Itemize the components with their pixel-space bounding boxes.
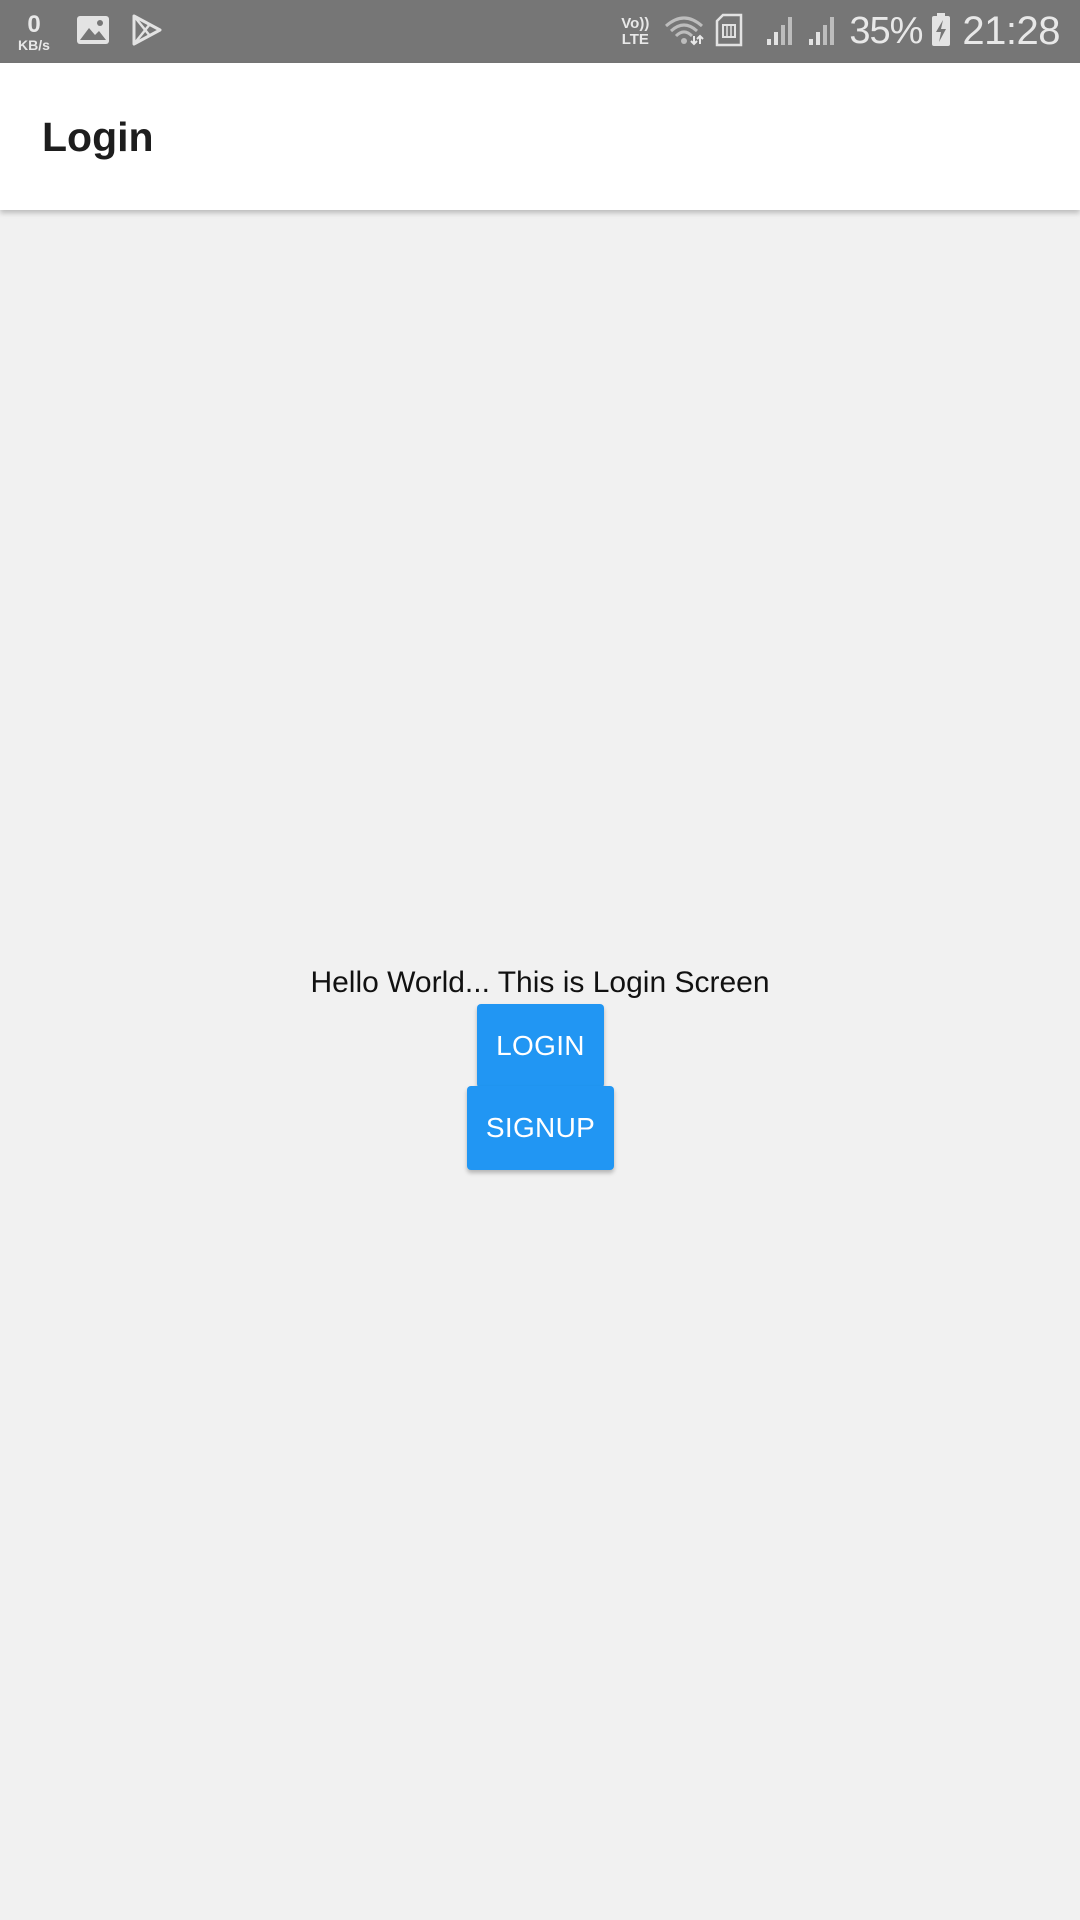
- battery-charging-icon: [930, 12, 952, 52]
- signal-1-icon: [765, 13, 797, 51]
- wifi-icon: [663, 14, 705, 50]
- network-speed-unit: KB/s: [18, 36, 50, 53]
- network-speed-value: 0: [27, 10, 41, 38]
- welcome-message: Hello World... This is Login Screen: [310, 966, 770, 999]
- status-bar-right: Vo)) LTE 35% 21:28: [621, 0, 1060, 63]
- volte-line-2: LTE: [621, 30, 649, 48]
- screen: 0 KB/s Vo)) LTE 35% 21:28 Login Hello Wo…: [0, 0, 1080, 1920]
- signup-button[interactable]: SIGNUP: [467, 1086, 614, 1170]
- network-speed: 0 KB/s: [14, 10, 54, 53]
- battery-percent: 35%: [849, 10, 923, 52]
- page-title: Login: [42, 114, 154, 160]
- volte-indicator: Vo)) LTE: [621, 14, 650, 48]
- volte-line-1: Vo)): [621, 14, 650, 32]
- status-bar-left: 0 KB/s: [14, 8, 184, 56]
- signal-2-icon: [807, 13, 839, 51]
- sim-icon: [715, 13, 743, 51]
- status-bar: 0 KB/s Vo)) LTE 35% 21:28: [0, 0, 1080, 63]
- app-bar: Login: [0, 63, 1080, 210]
- play-store-icon: [132, 14, 162, 50]
- clock: 21:28: [962, 9, 1060, 53]
- gallery-icon: [76, 15, 110, 49]
- login-button[interactable]: LOGIN: [477, 1004, 604, 1088]
- main-content: Hello World... This is Login Screen LOGI…: [0, 210, 1080, 1920]
